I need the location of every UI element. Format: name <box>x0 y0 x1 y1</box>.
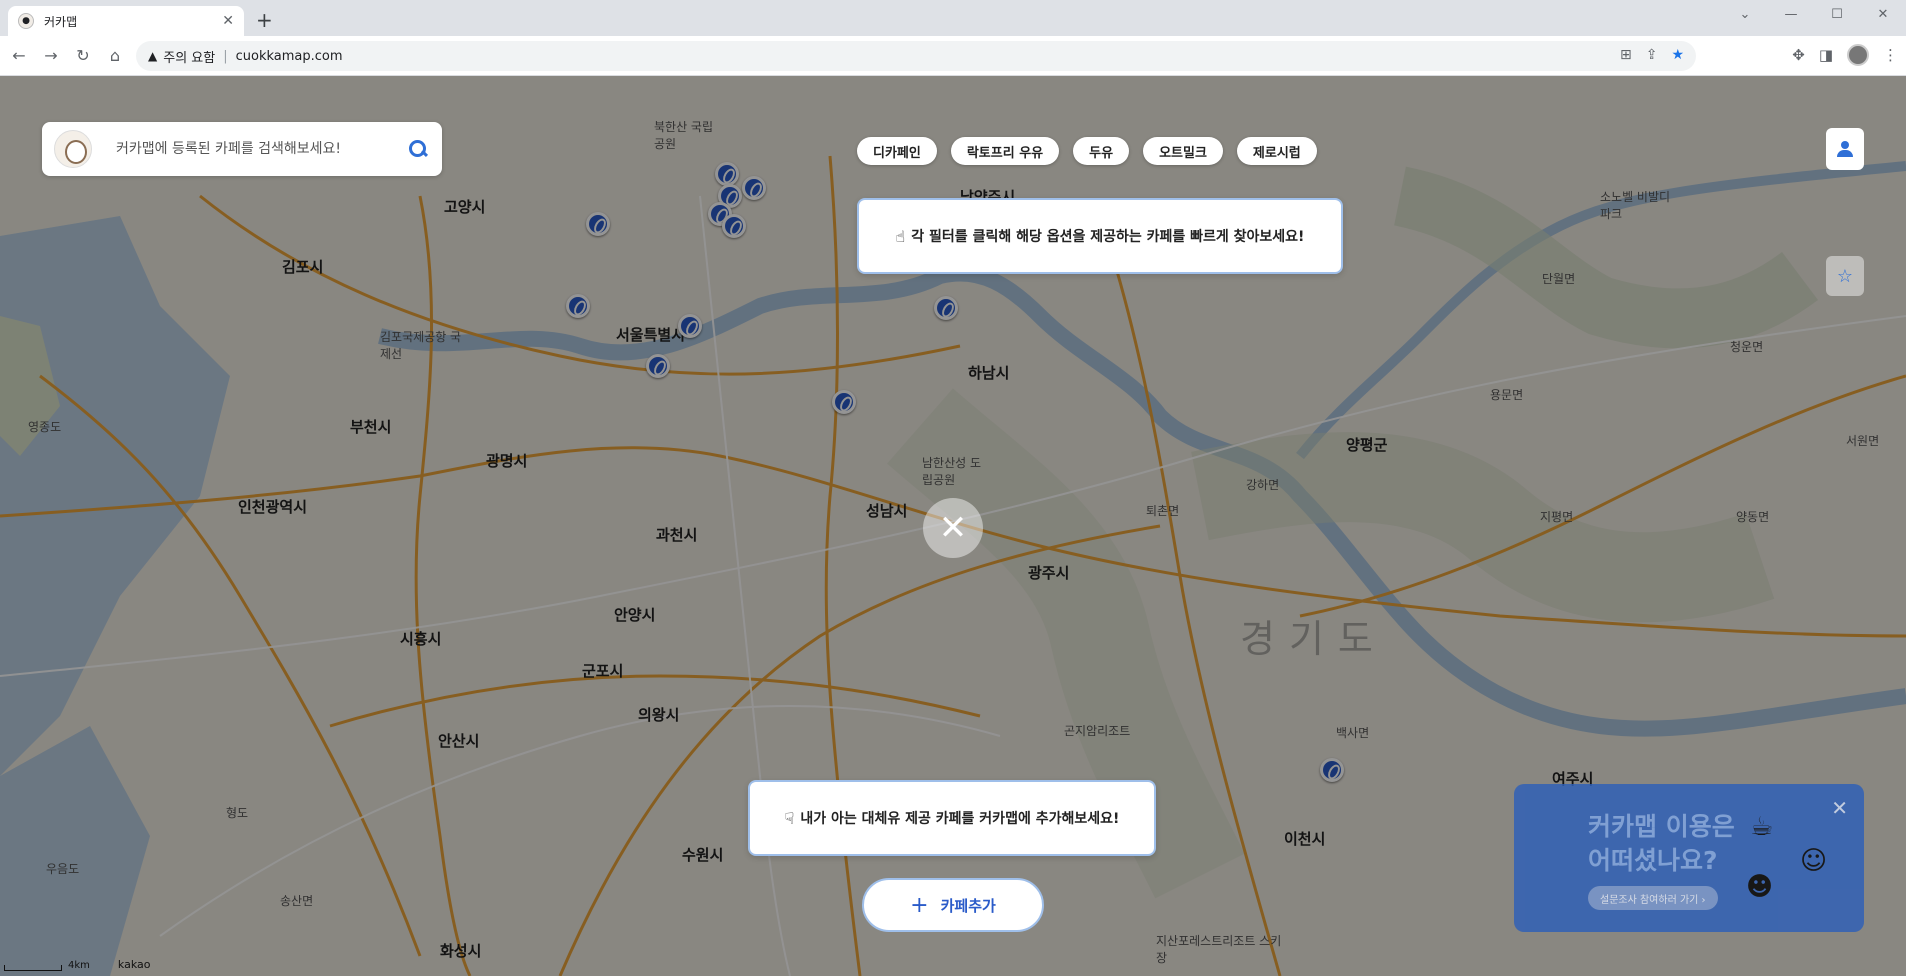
share-icon[interactable]: ⇪ <box>1646 47 1658 63</box>
warning-icon: ▲ <box>148 49 158 63</box>
pointing-hand-icon: ☝ <box>895 226 906 246</box>
map-scale: 4km kakao <box>4 958 150 971</box>
survey-banner[interactable]: 커카맵 이용은 어떠셨나요? ☕ ☺ ☻ 설문조사 참여하러 가기 › ✕ <box>1514 784 1864 932</box>
url-text: cuokkamap.com <box>235 48 343 64</box>
back-icon[interactable]: ← <box>6 46 32 65</box>
bookmark-star-icon[interactable]: ★ <box>1671 47 1684 63</box>
pointing-hand-icon: ☟ <box>784 808 795 828</box>
browser-toolbar: ← → ↻ ⌂ ▲ 주의 요함 | cuokkamap.com ⊞ ⇪ ★ ✥ … <box>0 36 1906 76</box>
user-icon <box>1837 141 1853 157</box>
search-input[interactable] <box>116 141 396 157</box>
filter-oat-milk[interactable]: 오트밀크 <box>1143 137 1223 165</box>
thinking-face-icon: ☺ <box>1800 846 1828 876</box>
star-outline-icon: ☆ <box>1836 265 1854 287</box>
browser-tabbar: ● 커카맵 ✕ + ⌄ — ☐ ✕ <box>0 0 1906 36</box>
scale-bar <box>4 965 62 971</box>
survey-close-icon[interactable]: ✕ <box>1831 796 1848 820</box>
new-tab-icon[interactable]: + <box>256 8 273 32</box>
maximize-icon[interactable]: ☐ <box>1814 0 1860 28</box>
address-bar[interactable]: ▲ 주의 요함 | cuokkamap.com ⊞ ⇪ ★ <box>136 41 1696 71</box>
coffee-bean-icon: ☕ <box>1750 812 1774 842</box>
window-close-icon[interactable]: ✕ <box>1860 0 1906 28</box>
filter-decaf[interactable]: 디카페인 <box>857 137 937 165</box>
filter-zero-syrup[interactable]: 제로시럽 <box>1236 137 1317 165</box>
tab-close-icon[interactable]: ✕ <box>222 13 234 29</box>
minimize-icon[interactable]: — <box>1768 0 1814 28</box>
reload-icon[interactable]: ↻ <box>70 46 96 65</box>
omnibox-divider: | <box>223 48 228 64</box>
filter-soy-milk[interactable]: 두유 <box>1073 137 1130 165</box>
plus-icon: + <box>910 892 929 918</box>
filter-hint-text: 각 필터를 클릭해 해당 옵션을 제공하는 카페를 빠르게 찾아보세요! <box>911 229 1305 245</box>
extensions-icon[interactable]: ✥ <box>1792 46 1805 64</box>
forward-icon[interactable]: → <box>38 46 64 65</box>
add-cafe-label: 카페추가 <box>940 896 996 915</box>
survey-link-button[interactable]: 설문조사 참여하러 가기 › <box>1588 886 1718 910</box>
app-logo[interactable] <box>54 130 92 168</box>
user-button[interactable] <box>1826 128 1864 170</box>
side-panel-icon[interactable]: ◨ <box>1819 46 1833 64</box>
add-hint-tooltip: ☟ 내가 아는 대체유 제공 카페를 커카맵에 추가해보세요! <box>748 780 1156 856</box>
search-bar <box>42 122 442 176</box>
translate-icon[interactable]: ⊞ <box>1620 47 1632 63</box>
search-icon[interactable] <box>408 139 428 159</box>
tab-search-icon[interactable]: ⌄ <box>1722 0 1768 28</box>
survey-title: 커카맵 이용은 어떠셨나요? <box>1588 812 1735 875</box>
close-onboarding-button[interactable]: ✕ <box>923 498 983 558</box>
grinning-face-icon: ☻ <box>1746 872 1774 902</box>
browser-tab[interactable]: ● 커카맵 ✕ <box>8 6 244 36</box>
filter-bar: 디카페인 락토프리 우유 두유 오트밀크 제로시럽 <box>857 137 1317 165</box>
menu-kebab-icon[interactable]: ⋮ <box>1883 46 1898 64</box>
close-icon: ✕ <box>938 508 968 548</box>
tab-title: 커카맵 <box>44 14 78 29</box>
window-controls: ⌄ — ☐ ✕ <box>1722 0 1906 28</box>
filter-hint-tooltip: ☝ 각 필터를 클릭해 해당 옵션을 제공하는 카페를 빠르게 찾아보세요! <box>857 198 1343 274</box>
profile-avatar[interactable] <box>1847 44 1869 66</box>
add-hint-text: 내가 아는 대체유 제공 카페를 커카맵에 추가해보세요! <box>800 811 1120 827</box>
home-icon[interactable]: ⌂ <box>102 46 128 65</box>
favorites-button[interactable]: ☆ <box>1826 256 1864 296</box>
scale-label: 4km <box>68 960 90 971</box>
add-cafe-button[interactable]: + 카페추가 <box>862 878 1044 932</box>
map-provider-logo: kakao <box>117 958 151 971</box>
site-favicon-icon: ● <box>18 13 34 29</box>
filter-lactose-free[interactable]: 락토프리 우유 <box>950 137 1060 165</box>
security-label: 주의 요함 <box>163 50 216 66</box>
